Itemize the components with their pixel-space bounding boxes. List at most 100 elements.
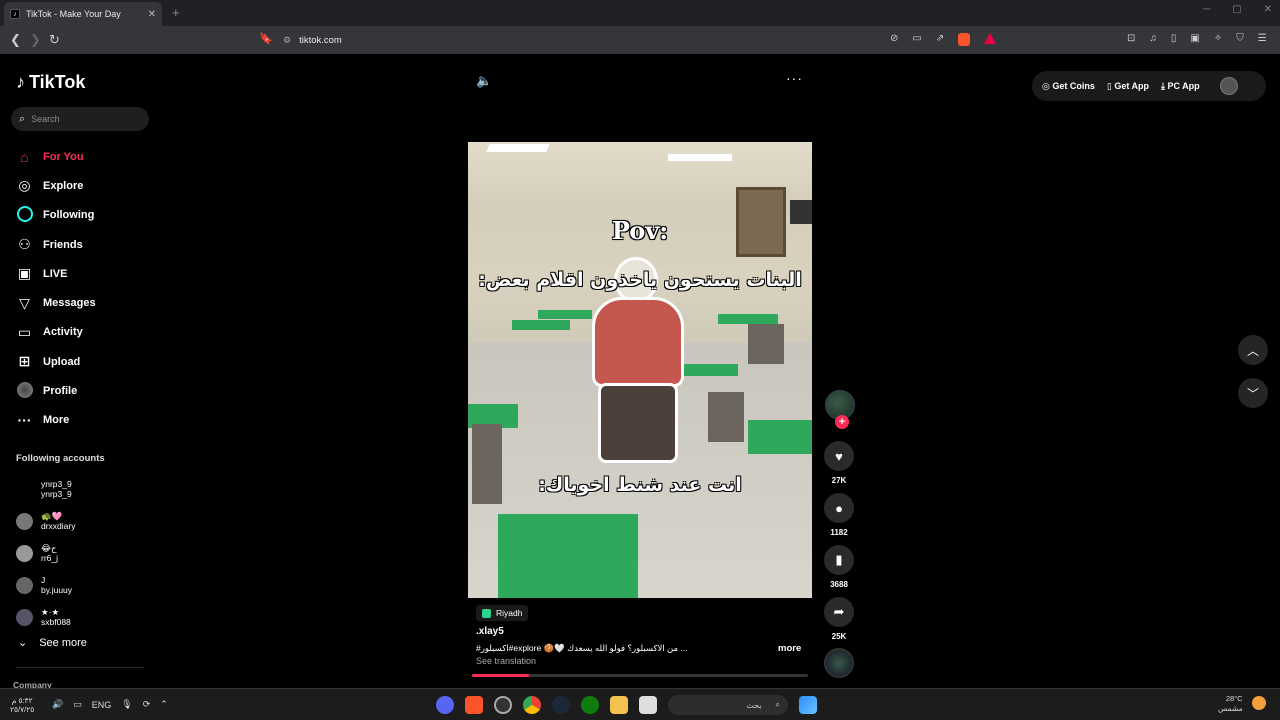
brave-icon[interactable] (465, 696, 483, 714)
list-item[interactable]: 🐢🩷 drxxdiary (16, 505, 156, 537)
chrome-icon[interactable] (523, 696, 541, 714)
close-window-icon[interactable]: ✕ (1264, 4, 1272, 15)
xbox-icon[interactable] (581, 696, 599, 714)
cast-icon[interactable]: ▭ (912, 33, 921, 46)
music-disc[interactable] (824, 648, 854, 678)
sidebar-item-label: For You (43, 150, 84, 163)
comment-button[interactable]: ● 1182 (822, 493, 856, 537)
weather-widget[interactable]: 28°C مشمس (1218, 694, 1243, 714)
get-coins-button[interactable]: ◎ Get Coins (1042, 81, 1095, 92)
sidebar-toggle-icon[interactable]: ▯ (1171, 33, 1177, 44)
more-options-icon[interactable]: ··· (786, 70, 803, 86)
wallet-icon[interactable]: ▣ (1190, 33, 1199, 44)
sidebar-item-label: Activity (43, 326, 83, 339)
sidebar-item-activity[interactable]: ▭ Activity (16, 318, 156, 347)
share-icon[interactable]: ⇗ (936, 33, 944, 46)
vpn-icon[interactable]: ⛉ (1236, 33, 1244, 44)
obs-icon[interactable] (494, 696, 512, 714)
mic-icon[interactable]: 🎙 (121, 699, 132, 710)
follow-plus-icon[interactable]: + (835, 415, 849, 429)
store-icon[interactable] (639, 696, 657, 714)
new-tab-button[interactable]: + (172, 5, 180, 20)
list-item[interactable]: ★·★ sxbf088 (16, 601, 156, 633)
taskbar-search[interactable]: بحث ⌕ (668, 695, 788, 715)
brave-shields-icon[interactable] (958, 33, 971, 46)
list-item[interactable]: ynrp3_9 ynrp3_9 (16, 473, 156, 505)
sidebar-item-label: Profile (43, 385, 78, 398)
back-icon[interactable]: ❮ (10, 32, 21, 48)
share-button[interactable]: ➦ 25K (822, 597, 856, 641)
get-app-button[interactable]: ▯ Get App (1107, 81, 1149, 92)
video-progress-bar[interactable] (472, 674, 808, 677)
tray-expand-icon[interactable]: ⌃ (160, 699, 168, 710)
taskbar-search-label: بحث (746, 700, 762, 710)
screenshot-icon[interactable]: ⊡ (1127, 33, 1135, 44)
video-author[interactable]: .xlay5 (476, 626, 504, 637)
location-tag[interactable]: Riyadh (476, 605, 529, 621)
user-avatar[interactable] (1219, 77, 1238, 95)
reader-icon[interactable]: ⊘ (890, 33, 898, 46)
brave-rewards-icon[interactable] (984, 33, 997, 44)
discord-icon[interactable] (436, 696, 454, 714)
weather-desc: مشمس (1218, 704, 1243, 713)
see-more-button[interactable]: ⌄ See more (18, 636, 87, 650)
minimize-icon[interactable]: ─ (1203, 4, 1210, 15)
heart-icon: ♥ (824, 441, 854, 471)
taskbar-clock-left[interactable]: ٥:٣٢ م ٢٥/٧/٢٥ (10, 696, 34, 714)
sidebar-item-label: LIVE (43, 267, 68, 280)
previous-video-button[interactable]: ︿ (1238, 335, 1268, 365)
sidebar-item-friends[interactable]: ⚇ Friends (16, 230, 156, 259)
like-button[interactable]: ♥ 27K (822, 441, 856, 485)
bookmark-icon[interactable]: 🔖 (259, 32, 273, 45)
chevron-down-icon: ⌄ (18, 637, 28, 649)
reload-icon[interactable]: ↻ (49, 32, 60, 48)
clock-time: ٥:٣٢ م (11, 696, 33, 705)
pc-app-button[interactable]: ⤓ PC App (1161, 81, 1200, 92)
sidebar-item-label: Following (43, 209, 95, 222)
steam-icon[interactable] (552, 696, 570, 714)
network-icon[interactable]: ▭ (73, 699, 82, 710)
leo-ai-icon[interactable]: ✧ (1214, 33, 1222, 44)
tiktok-logo[interactable]: ♪ TikTok (16, 72, 85, 93)
top-actions-bar: ◎ Get Coins ▯ Get App ⤓ PC App (1032, 71, 1266, 101)
sidebar-item-more[interactable]: ··· More (16, 406, 156, 435)
language-indicator[interactable]: ENG (92, 700, 112, 710)
following-icon (16, 205, 33, 225)
taskbar: ٥:٣٢ م ٢٥/٧/٢٥ 🔊 ▭ ENG 🎙 ⟳ ⌃ بحث ⌕ 28°C … (0, 688, 1280, 720)
list-item[interactable]: 😂ح rr6_j (16, 537, 156, 569)
menu-icon[interactable]: ☰ (1258, 33, 1267, 44)
video-caption-pov: Pov: (611, 216, 669, 245)
browser-tab[interactable]: ♪ TikTok - Make Your Day ✕ (4, 2, 162, 26)
video-player[interactable]: Pov: البنات يستحون ياخذون اقلام بعض: انت… (468, 142, 812, 598)
sidebar-item-for-you[interactable]: ⌂ For You (16, 142, 156, 171)
sidebar-item-explore[interactable]: ◎ Explore (16, 171, 156, 200)
chevron-up-icon: ︿ (1246, 343, 1259, 358)
see-more-label: See more (39, 636, 87, 649)
file-explorer-icon[interactable] (610, 696, 628, 714)
see-translation-link[interactable]: See translation (476, 656, 536, 666)
creator-avatar[interactable]: + (825, 390, 855, 429)
sidebar-item-upload[interactable]: ⊞ Upload (16, 347, 156, 376)
search-input[interactable]: ⌕ Search (11, 107, 149, 131)
sidebar-item-messages[interactable]: ▽ Messages (16, 288, 156, 317)
volume-icon[interactable]: 🔈 (476, 73, 492, 89)
tab-title: TikTok - Make Your Day (26, 9, 121, 19)
sun-icon (1252, 696, 1266, 710)
sync-icon[interactable]: ⟳ (143, 699, 151, 710)
site-info-icon[interactable]: ⚙ (283, 35, 291, 46)
windows-start-icon[interactable] (799, 696, 817, 714)
music-icon[interactable]: ♫ (1149, 33, 1157, 44)
sidebar-item-live[interactable]: ▣ LIVE (16, 259, 156, 288)
forward-icon[interactable]: ❯ (30, 32, 41, 48)
maximize-icon[interactable]: ▢ (1232, 4, 1241, 15)
list-item[interactable]: J by.juuuy (16, 569, 156, 601)
speaker-icon[interactable]: 🔊 (52, 699, 63, 710)
next-video-button[interactable]: ﹀ (1238, 378, 1268, 408)
sidebar-item-label: Friends (43, 238, 83, 251)
save-button[interactable]: ▮ 3688 (822, 545, 856, 589)
description-more-button[interactable]: more (778, 643, 801, 654)
sidebar-item-profile[interactable]: Profile (16, 376, 156, 405)
tab-close-icon[interactable]: ✕ (148, 9, 156, 20)
compass-icon: ◎ (18, 177, 31, 194)
sidebar-item-following[interactable]: Following (16, 201, 156, 230)
